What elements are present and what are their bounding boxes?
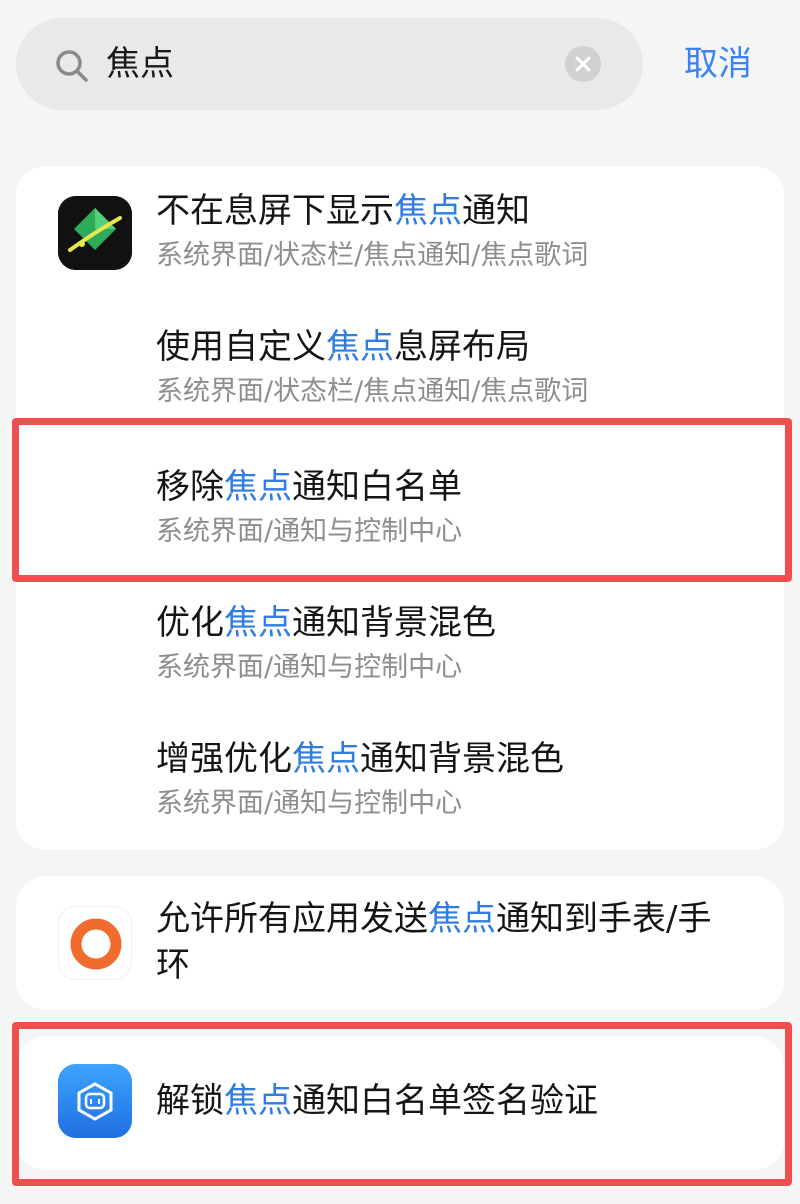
results-card-unlock: 解锁焦点通知白名单签名验证 (16, 1036, 784, 1170)
close-icon (575, 56, 591, 72)
result-title: 使用自定义焦点息屏布局 (156, 327, 530, 367)
result-title: 允许所有应用发送焦点通知到手表/手 (156, 899, 712, 939)
result-item[interactable]: 不在息屏下显示焦点通知 系统界面/状态栏/焦点通知/焦点歌词 (16, 166, 784, 302)
result-path: 系统界面/通知与控制中心 (156, 516, 463, 547)
search-results-screen: 焦点 取消 不在息屏下显示焦点通知 系统界面/状态栏/焦点通知/焦点歌词 使用自… (0, 0, 800, 1204)
result-path: 系统界面/状态栏/焦点通知/焦点歌词 (156, 240, 589, 271)
result-title: 增强优化焦点通知背景混色 (156, 739, 564, 779)
result-item[interactable]: 移除焦点通知白名单 系统界面/通知与控制中心 (16, 438, 784, 574)
result-title: 解锁焦点通知白名单签名验证 (156, 1081, 598, 1121)
results-card-watch: 允许所有应用发送焦点通知到手表/手 环 (16, 876, 784, 1010)
result-path: 系统界面/通知与控制中心 (156, 652, 463, 683)
search-query[interactable]: 焦点 (106, 18, 174, 110)
result-path: 系统界面/状态栏/焦点通知/焦点歌词 (156, 376, 589, 407)
result-title: 优化焦点通知背景混色 (156, 603, 496, 643)
cancel-button[interactable]: 取消 (684, 18, 752, 110)
result-item[interactable]: 解锁焦点通知白名单签名验证 (16, 1036, 784, 1170)
result-item[interactable]: 增强优化焦点通知背景混色 系统界面/通知与控制中心 (16, 710, 784, 850)
clear-search-button[interactable] (565, 46, 601, 82)
mi-app-icon (58, 1064, 132, 1138)
ring-app-icon (58, 906, 132, 980)
results-card-system-ui: 不在息屏下显示焦点通知 系统界面/状态栏/焦点通知/焦点歌词 使用自定义焦点息屏… (16, 166, 784, 850)
theme-app-icon (58, 196, 132, 270)
search-icon (52, 46, 92, 86)
result-title: 不在息屏下显示焦点通知 (156, 191, 530, 231)
result-title: 移除焦点通知白名单 (156, 467, 462, 507)
result-item[interactable]: 使用自定义焦点息屏布局 系统界面/状态栏/焦点通知/焦点歌词 (16, 302, 784, 438)
result-title-line2: 环 (156, 945, 190, 985)
result-item[interactable]: 允许所有应用发送焦点通知到手表/手 环 (16, 876, 784, 1010)
result-path: 系统界面/通知与控制中心 (156, 788, 463, 819)
result-item[interactable]: 优化焦点通知背景混色 系统界面/通知与控制中心 (16, 574, 784, 710)
search-input[interactable]: 焦点 (16, 18, 643, 110)
